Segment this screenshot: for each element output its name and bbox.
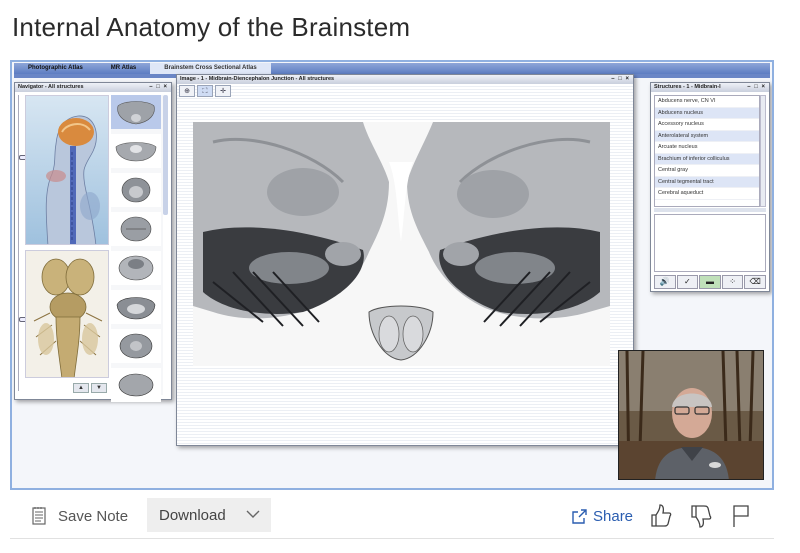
thumbs-up-icon[interactable] [650,504,672,528]
structures-window: Structures - 1 - Midbrain-I – □ × Abduce… [650,82,770,292]
action-bar: Save Note Download Share [0,494,800,544]
note-icon [32,507,46,525]
share-button[interactable]: Share [572,508,633,525]
section-thumbnail-list [111,95,163,402]
download-dropdown[interactable]: Download [147,498,271,532]
dots-icon[interactable]: ⁘ [721,275,744,289]
share-icon [572,509,587,524]
structure-item[interactable]: Abducens nerve, CN VI [655,96,759,108]
tab-photographic-atlas[interactable]: Photographic Atlas [14,63,97,74]
structures-title-bar[interactable]: Structures - 1 - Midbrain-I – □ × [651,83,769,92]
flag-icon[interactable] [732,504,750,528]
structures-title: Structures - 1 - Midbrain-I [654,84,721,90]
crosshair-tool-icon[interactable]: ✛ [215,85,231,97]
eraser-icon[interactable]: ⌫ [744,275,766,289]
structure-item[interactable]: Central gray [655,165,759,177]
structure-item[interactable]: Central tegmental tract [655,176,759,188]
navigator-window: Navigator - All structures – □ × ▲ ▼ [14,82,172,402]
tab-mr-atlas[interactable]: MR Atlas [97,63,150,74]
navigator-scrollbar[interactable] [163,95,168,215]
save-note-button[interactable]: Save Note [32,504,128,528]
structures-toolbar: 🔊 ✓ ▬ ⁘ ⌫ [654,275,766,289]
structures-list: Abducens nerve, CN VI Abducens nucleus A… [654,95,760,207]
structure-item[interactable]: Abducens nucleus [655,107,759,119]
section-thumbnail[interactable] [111,173,161,207]
pane-splitter[interactable] [654,208,766,212]
share-label: Share [593,508,634,525]
thumbs-down-icon[interactable] [690,504,712,528]
fit-tool-icon[interactable]: ⛶ [197,85,213,97]
navigator-up-button[interactable]: ▲ [73,383,89,393]
structures-scrollbar[interactable] [760,95,766,207]
presenter-webcam [618,350,764,480]
section-thumbnail[interactable] [111,368,161,402]
navigator-down-button[interactable]: ▼ [91,383,107,393]
lecture-page: Internal Anatomy of the Brainstem Photog… [0,0,800,553]
navigator-arrows: ▲ ▼ [73,383,107,393]
tab-brainstem-cross-sectional-atlas[interactable]: Brainstem Cross Sectional Atlas [150,63,271,74]
structure-description-pane [654,214,766,272]
bottom-divider [10,538,774,539]
window-controls[interactable]: – □ × [747,83,766,92]
structure-item[interactable]: Brachium of inferior colliculus [655,153,759,165]
atlas-tab-bar: Photographic Atlas MR Atlas Brainstem Cr… [14,63,770,74]
structure-item[interactable]: Cerebral aqueduct [655,188,759,200]
window-controls[interactable]: – □ × [611,75,630,84]
save-note-label: Save Note [58,507,129,525]
midbrain-cross-section-image[interactable] [193,122,610,366]
structure-item[interactable]: Anterolateral system [655,130,759,142]
navigator-title-bar[interactable]: Navigator - All structures – □ × [15,83,171,92]
zoom-tool-icon[interactable]: ⊕ [179,85,195,97]
section-thumbnail[interactable] [111,329,161,363]
structure-item[interactable]: Accessory nucleus [655,119,759,131]
video-player[interactable]: Photographic Atlas MR Atlas Brainstem Cr… [10,60,774,490]
check-icon[interactable]: ✓ [676,275,699,289]
section-thumbnail[interactable] [111,290,161,324]
section-thumbnail[interactable] [111,134,161,168]
section-thumbnail[interactable] [111,212,161,246]
section-thumbnail[interactable] [111,251,161,285]
ventral-brainstem-image[interactable] [25,250,109,378]
window-controls[interactable]: – □ × [149,83,168,92]
image-window-title: Image - 1 - Midbrain-Diencephalon Juncti… [180,76,335,82]
page-title: Internal Anatomy of the Brainstem [12,12,411,42]
image-window: Image - 1 - Midbrain-Diencephalon Juncti… [176,74,634,446]
section-thumbnail[interactable] [111,95,161,129]
structure-item[interactable]: Arcuate nucleus [655,142,759,154]
highlight-icon[interactable]: ▬ [699,275,721,289]
chevron-down-icon [246,510,260,518]
navigator-title: Navigator - All structures [18,84,84,90]
sagittal-body-image[interactable] [25,95,109,245]
download-label: Download [159,506,226,524]
speaker-icon[interactable]: 🔊 [654,275,676,289]
image-toolbar: ⊕ ⛶ ✛ [179,85,231,97]
image-title-bar[interactable]: Image - 1 - Midbrain-Diencephalon Juncti… [177,75,633,84]
